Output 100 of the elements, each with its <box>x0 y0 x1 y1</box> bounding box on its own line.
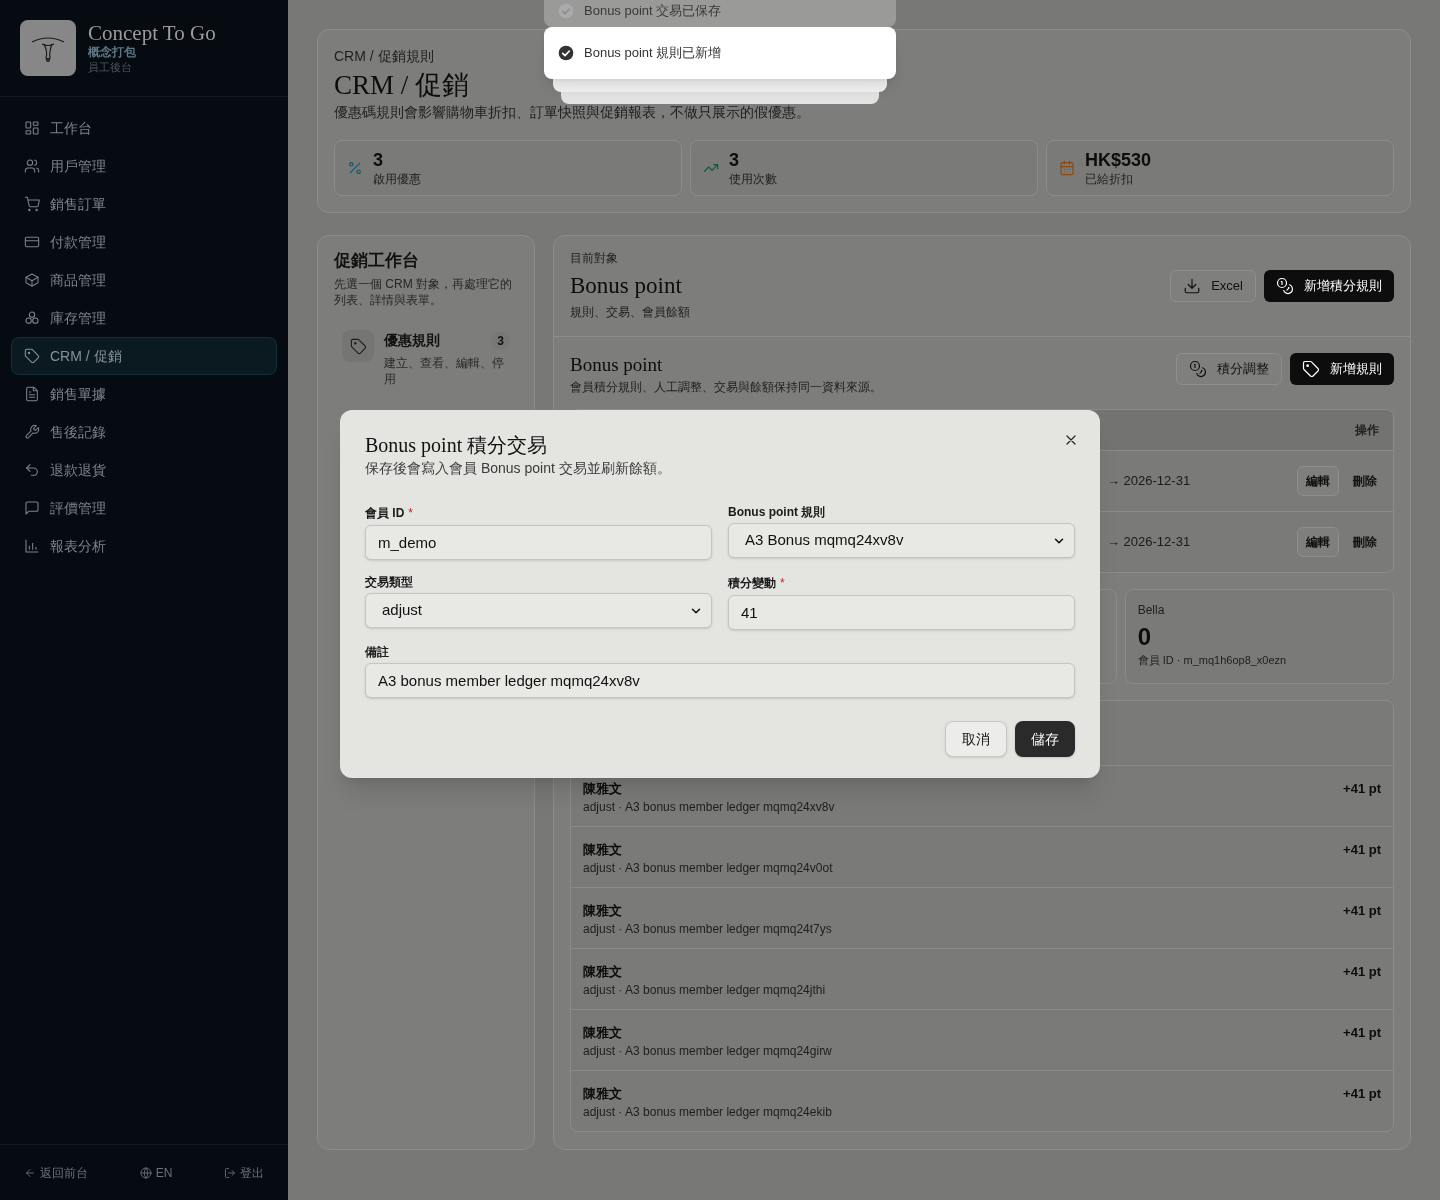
users-icon <box>24 158 40 174</box>
nav-item[interactable]: CRM / 促銷 <box>11 337 277 375</box>
brand-name: Concept To Go <box>88 21 216 45</box>
calendar-icon <box>1059 160 1075 176</box>
breadcrumb: CRM / 促銷規則 <box>334 47 434 66</box>
document-icon <box>24 386 40 402</box>
stat-value: HK$530 <box>1085 149 1152 171</box>
undo-arrow-icon <box>24 462 40 478</box>
box-icon <box>24 272 40 288</box>
nav-item[interactable]: 商品管理 <box>11 261 277 299</box>
outline-button[interactable]: 積分調整 <box>1176 353 1282 385</box>
primary-button[interactable]: 新增規則 <box>1290 353 1394 385</box>
nav-item[interactable]: 退款退貨 <box>11 451 277 489</box>
field-label: 備註 <box>365 644 389 660</box>
page-title: CRM / 促銷 <box>334 69 470 102</box>
edit-button[interactable]: 編輯 <box>1297 466 1339 496</box>
workspace-item[interactable]: 優惠規則 3 建立、查看、編輯、停用 <box>334 322 518 395</box>
transaction-detail: adjust · A3 bonus member ledger mqmq24jthi <box>583 982 826 999</box>
transaction-detail: adjust · A3 bonus member ledger mqmq24t7ys <box>583 921 832 938</box>
item-title: 優惠規則 <box>384 331 440 350</box>
required-mark: * <box>408 505 413 522</box>
cart-icon <box>24 196 40 212</box>
nav-item[interactable]: 售後記錄 <box>11 413 277 451</box>
footer-link[interactable]: EN <box>139 1163 173 1182</box>
delete-link[interactable]: 刪除 <box>1351 472 1379 490</box>
bar-chart-icon <box>24 538 40 554</box>
tag-icon <box>349 337 367 355</box>
stat-value: 3 <box>729 149 740 171</box>
count-badge: 3 <box>491 331 510 350</box>
dialog-title: Bonus point 積分交易 <box>365 433 549 458</box>
nav-item[interactable]: 評價管理 <box>11 489 277 527</box>
member-name: 陳雅文 <box>583 963 623 981</box>
object-subtitle: 規則、交易、會員餘額 <box>570 304 690 320</box>
cancel-button[interactable]: 取消 <box>945 721 1007 757</box>
footer-link[interactable]: 返回前台 <box>24 1163 88 1182</box>
toast-message: Bonus point 規則已新增 <box>584 44 722 63</box>
nav-item[interactable]: 用戶管理 <box>11 147 277 185</box>
nav-item[interactable]: 銷售訂單 <box>11 185 277 223</box>
member-id: 會員 ID · m_mq1h6op8_x0ezn <box>1137 653 1288 668</box>
transaction-detail: adjust · A3 bonus member ledger mqmq24v0ot <box>583 860 833 877</box>
input-field[interactable]: m_demo <box>365 525 712 560</box>
edit-button[interactable]: 編輯 <box>1297 527 1339 557</box>
member-name: Bella <box>1137 602 1166 618</box>
transaction-detail: adjust · A3 bonus member ledger mqmq24xv8v <box>583 799 835 816</box>
download-icon <box>1183 277 1202 295</box>
input-field[interactable]: A3 bonus member ledger mqmq24xv8v <box>365 663 1075 698</box>
points-change: +41 pt <box>1343 902 1381 920</box>
grid-icon <box>24 120 40 136</box>
required-mark: * <box>780 575 785 592</box>
percent-icon <box>347 160 363 176</box>
chat-bubble-icon <box>24 500 40 516</box>
nav-item[interactable]: 工作台 <box>11 109 277 147</box>
panel-description: 先選一個 CRM 對象，再處理它的列表、詳情與表單。 <box>334 276 513 308</box>
nav-item[interactable]: 報表分析 <box>11 527 277 565</box>
footer-link[interactable]: 登出 <box>224 1163 264 1182</box>
section-title: Bonus point <box>570 353 664 377</box>
points-change: +41 pt <box>1343 780 1381 798</box>
eyebrow-label: 目前對象 <box>570 250 619 266</box>
stat-label: 已給折扣 <box>1085 171 1134 187</box>
primary-button[interactable]: 新增積分規則 <box>1264 270 1394 302</box>
select-field[interactable]: adjust <box>365 593 712 628</box>
member-name: 陳雅文 <box>583 902 623 920</box>
transaction-detail: adjust · A3 bonus member ledger mqmq24girw <box>583 1043 832 1060</box>
transaction-detail: adjust · A3 bonus member ledger mqmq24ekib <box>583 1104 832 1121</box>
column-header: 操作 <box>1355 422 1379 439</box>
field-label: 會員 ID <box>365 505 405 521</box>
stat-label: 使用次數 <box>729 171 777 187</box>
delete-link[interactable]: 刪除 <box>1351 533 1379 551</box>
points-change: +41 pt <box>1343 1024 1381 1042</box>
brand-subtitle: 概念打包 <box>88 45 137 60</box>
arrow-left-icon <box>24 1166 36 1179</box>
logout-icon <box>224 1166 236 1179</box>
page-description: 優惠碼規則會影響購物車折扣、訂單快照與促銷報表，不做只展示的假優惠。 <box>334 103 810 122</box>
dialog-description: 保存後會寫入會員 Bonus point 交易並刷新餘額。 <box>365 459 671 478</box>
input-field[interactable]: 41 <box>728 595 1075 630</box>
wrench-icon <box>24 424 40 440</box>
select-field[interactable]: A3 Bonus mqmq24xv8v <box>728 523 1075 558</box>
panel-title: 促銷工作台 <box>334 250 420 272</box>
save-button[interactable]: 儲存 <box>1015 721 1075 757</box>
outline-button[interactable]: Excel <box>1170 270 1256 302</box>
boxes-icon <box>24 310 40 326</box>
section-description: 會員積分規則、人工調整、交易與餘額保持同一資料來源。 <box>570 379 882 395</box>
member-name: 陳雅文 <box>583 1085 623 1103</box>
nav-item[interactable]: 庫存管理 <box>11 299 277 337</box>
member-name: 陳雅文 <box>583 780 623 798</box>
nav-item[interactable]: 銷售單據 <box>11 375 277 413</box>
member-name: 陳雅文 <box>583 1024 623 1042</box>
credit-card-icon <box>24 234 40 250</box>
member-name: 陳雅文 <box>583 841 623 859</box>
stat-label: 啟用優惠 <box>373 171 421 187</box>
field-label: 交易類型 <box>365 574 413 590</box>
field-label: Bonus point 規則 <box>728 504 826 520</box>
coins-icon <box>1189 360 1207 378</box>
points-change: +41 pt <box>1343 1085 1381 1103</box>
toast-message: Bonus point 交易已保存 <box>584 1 722 20</box>
tag-icon <box>24 348 40 364</box>
stat-value: 3 <box>373 149 384 171</box>
points-change: +41 pt <box>1343 963 1381 981</box>
points-change: +41 pt <box>1343 841 1381 859</box>
nav-item[interactable]: 付款管理 <box>11 223 277 261</box>
